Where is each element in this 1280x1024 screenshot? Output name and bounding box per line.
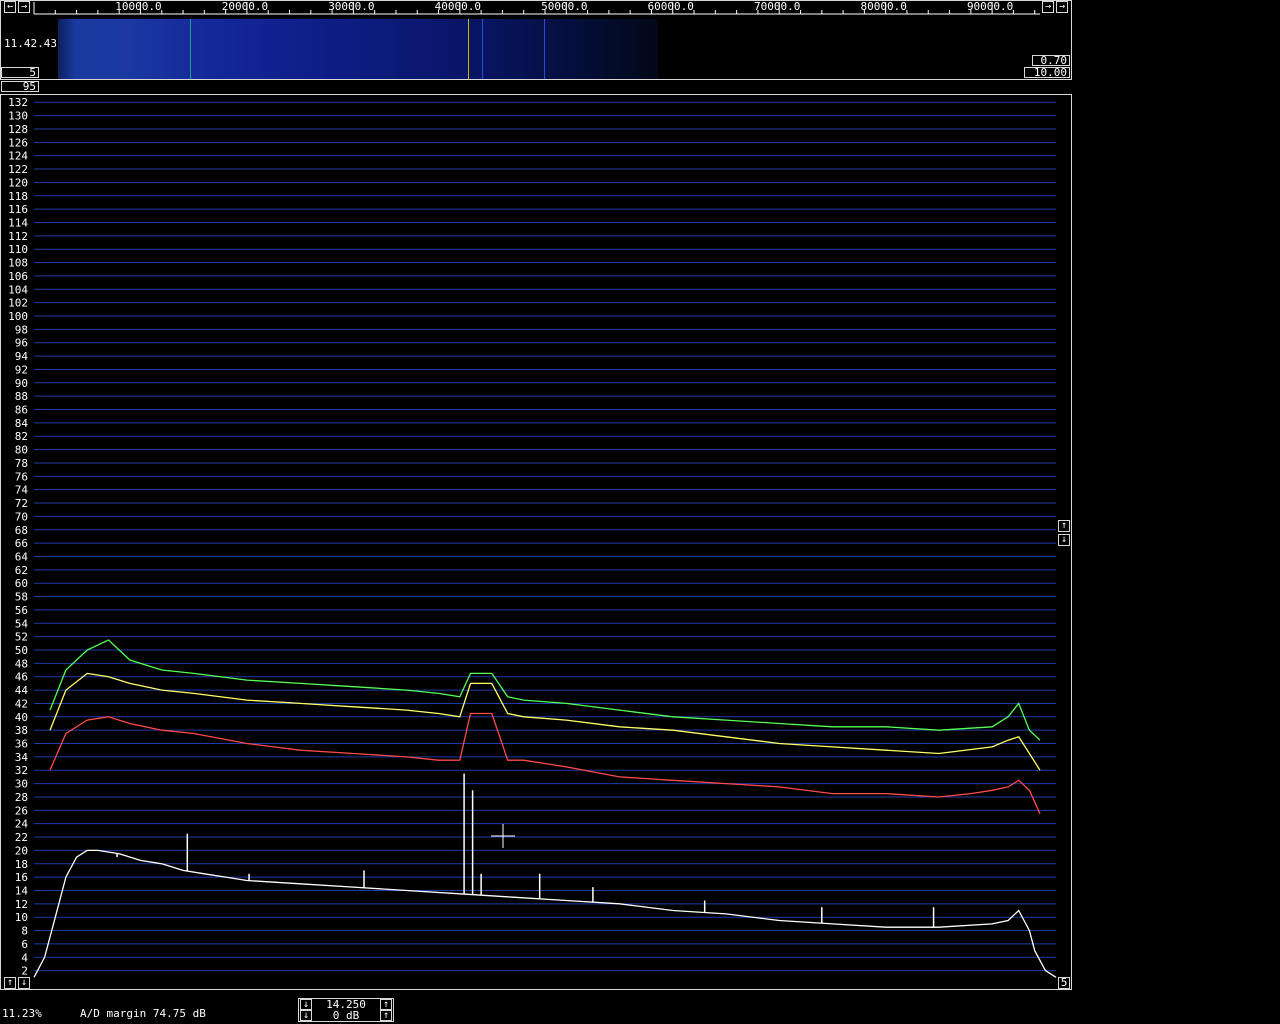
y-tick-label: 100: [8, 310, 28, 323]
y-tick-label: 26: [15, 804, 28, 817]
y-tick-label: 128: [8, 123, 28, 136]
y-tick-label: 110: [8, 243, 28, 256]
arrow-up-icon: ↑: [382, 1010, 390, 1021]
y-tick-label: 80: [15, 444, 28, 457]
y-tick-label: 12: [15, 898, 28, 911]
y-tick-label: 34: [15, 751, 29, 764]
spectrum-chart[interactable]: 10000.0 20000.0 30000.0 40000.0 50000.0 60000…: [0, 0, 1280, 1024]
y-tick-label: 42: [15, 697, 28, 710]
y-tick-label: 2: [21, 965, 28, 978]
y-tick-label: 16: [15, 871, 28, 884]
y-tick-label: 50: [15, 644, 28, 657]
arrow-up-icon: ↑: [6, 977, 14, 988]
y-tick-label: 46: [15, 671, 28, 684]
y-tick-label: 44: [15, 684, 29, 697]
x-tick-label: 90000.0: [967, 0, 1013, 13]
x-tick-label: 30000.0: [328, 0, 374, 13]
gain-down-button[interactable]: ↓: [300, 1010, 312, 1021]
y-tick-label: 48: [15, 657, 28, 670]
y-tick-label: 78: [15, 457, 28, 470]
y-tick-label: 132: [8, 96, 28, 109]
zoom-down-button[interactable]: ↓: [18, 977, 30, 989]
y-tick-label: 124: [8, 150, 28, 163]
y-tick-label: 30: [15, 778, 28, 791]
y-tick-label: 62: [15, 564, 28, 577]
scale-down-button[interactable]: ↓: [1058, 534, 1070, 546]
y-tick-label: 96: [15, 337, 28, 350]
y-tick-label: 24: [15, 818, 29, 831]
y-tick-label: 104: [8, 283, 28, 296]
x-tick-label: 20000.0: [222, 0, 268, 13]
y-tick-label: 126: [8, 136, 28, 149]
y-tick-label: 32: [15, 764, 28, 777]
ad-margin: A/D margin 74.75 dB: [80, 1007, 206, 1020]
scale-up-button[interactable]: ↑: [1058, 520, 1070, 532]
level-up-button[interactable]: ↑: [380, 999, 392, 1010]
arrow-down-icon: ↓: [302, 1010, 310, 1021]
y-tick-label: 90: [15, 377, 28, 390]
level-down-button[interactable]: ↓: [300, 999, 312, 1010]
y-tick-label: 14: [15, 884, 29, 897]
x-tick-label: 70000.0: [754, 0, 800, 13]
y-tick-label: 68: [15, 524, 28, 537]
y-tick-label: 120: [8, 176, 28, 189]
crosshair-cursor: [491, 824, 515, 848]
y-tick-label: 88: [15, 390, 28, 403]
y-tick-label: 10: [15, 911, 28, 924]
y-tick-label: 8: [21, 925, 28, 938]
arrow-down-icon: ↓: [20, 977, 28, 988]
y-tick-label: 112: [8, 230, 28, 243]
y-tick-label: 92: [15, 363, 28, 376]
arrow-up-icon: ↑: [1060, 520, 1068, 531]
y-tick-label: 74: [15, 484, 29, 497]
gain-db-value: 0 dB: [332, 1009, 360, 1022]
y-tick-label: 122: [8, 163, 28, 176]
y-tick-label: 82: [15, 430, 28, 443]
y-tick-label: 64: [15, 550, 29, 563]
y-tick-label: 72: [15, 497, 28, 510]
y-tick-label: 114: [8, 216, 28, 229]
y-tick-label: 84: [15, 417, 29, 430]
series-line-2: [49, 672, 1041, 771]
y-tick-label: 70: [15, 510, 28, 523]
y-tick-label: 106: [8, 270, 28, 283]
x-tick-label: 80000.0: [860, 0, 906, 13]
cpu-load: 11.23%: [2, 1007, 42, 1020]
y-tick-label: 36: [15, 738, 28, 751]
y-tick-label: 22: [15, 831, 28, 844]
zoom-up-button[interactable]: ↑: [4, 977, 16, 989]
y-tick-label: 130: [8, 110, 28, 123]
y-tick-label: 86: [15, 404, 28, 417]
y-tick-label: 60: [15, 577, 28, 590]
y-tick-label: 94: [15, 350, 29, 363]
y-tick-label: 18: [15, 858, 28, 871]
y-tick-label: 20: [15, 844, 28, 857]
y-tick-label: 116: [8, 203, 28, 216]
x-tick-label: 60000.0: [648, 0, 694, 13]
y-tick-label: 58: [15, 591, 28, 604]
y-tick-label: 40: [15, 711, 28, 724]
x-tick-label: 50000.0: [541, 0, 587, 13]
y-tick-label: 66: [15, 537, 28, 550]
y-tick-label: 54: [15, 617, 29, 630]
y-tick-label: 52: [15, 631, 28, 644]
arrow-down-icon: ↓: [302, 999, 310, 1010]
y-tick-label: 38: [15, 724, 28, 737]
y-tick-label: 118: [8, 190, 28, 203]
arrow-up-icon: ↑: [382, 999, 390, 1010]
y-tick-label: 98: [15, 323, 28, 336]
x-tick-label: 10000.0: [115, 0, 161, 13]
spectrum-side-box[interactable]: 5: [1058, 977, 1070, 989]
y-tick-label: 108: [8, 257, 28, 270]
y-tick-label: 6: [21, 938, 28, 951]
series-line-3: [49, 712, 1041, 814]
arrow-down-icon: ↓: [1060, 534, 1068, 545]
y-tick-label: 76: [15, 470, 28, 483]
gain-up-button[interactable]: ↑: [380, 1010, 392, 1021]
y-tick-label: 102: [8, 297, 28, 310]
x-tick-label: 40000.0: [435, 0, 481, 13]
y-tick-label: 56: [15, 604, 28, 617]
y-tick-label: 4: [21, 951, 28, 964]
y-tick-label: 28: [15, 791, 28, 804]
